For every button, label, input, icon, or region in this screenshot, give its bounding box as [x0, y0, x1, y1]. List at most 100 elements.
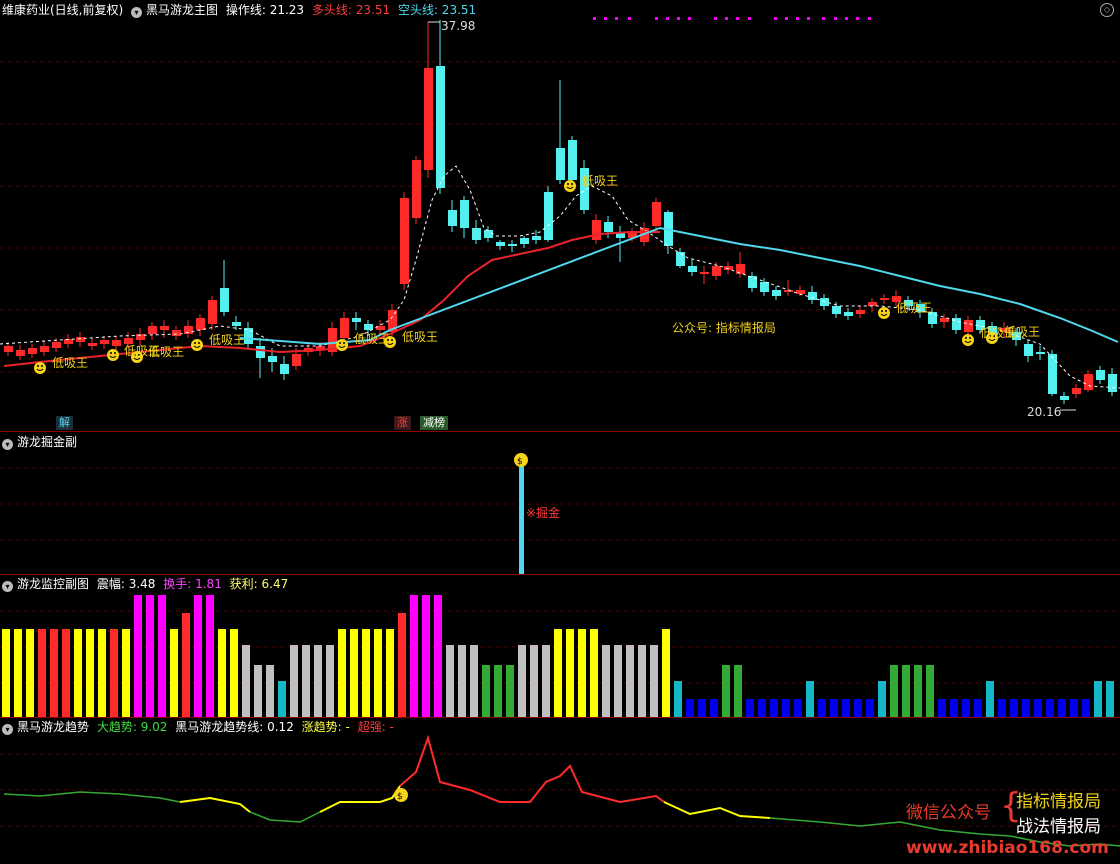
marker-dot — [785, 17, 788, 20]
candle-down — [448, 210, 457, 226]
marker-dot — [688, 17, 691, 20]
marker-dot — [845, 17, 848, 20]
candle-up — [4, 346, 13, 352]
monitor-pane[interactable]: ▾ 游龙监控副图 震幅: 3.48 换手: 1.81 获利: 6.47 — [0, 575, 1120, 718]
candle-up — [40, 346, 49, 352]
main-chart-pane[interactable]: 维康药业(日线,前复权) ▾ 黑马游龙主图 操作线: 21.23 多头线: 23.… — [0, 0, 1120, 432]
monitor-bar — [962, 699, 970, 717]
candle-down — [220, 288, 229, 312]
candle-down — [688, 266, 697, 272]
monitor-bar — [26, 629, 34, 717]
candle-up — [856, 310, 865, 314]
candle-down — [460, 200, 469, 228]
candle-up — [172, 330, 181, 336]
rank-badge[interactable]: 减榜 — [420, 416, 448, 430]
candle-up — [16, 350, 25, 356]
marker-dot — [834, 17, 837, 20]
smiley-eye — [567, 183, 569, 185]
marker-dot — [748, 17, 751, 20]
monitor-bar — [638, 645, 646, 717]
smiley-icon — [564, 180, 576, 192]
candle-down — [556, 148, 565, 180]
monitor-bar — [1010, 699, 1018, 717]
monitor-bar — [878, 681, 886, 717]
monitor-bar — [1022, 699, 1030, 717]
watermark-wechat: 微信公众号 — [906, 803, 991, 823]
candle-up — [28, 348, 37, 354]
monitor-bar — [866, 699, 874, 717]
monitor-bar — [14, 629, 22, 717]
candle-up — [652, 202, 661, 226]
monitor-bar — [818, 699, 826, 717]
marker-dot — [774, 17, 777, 20]
watermark-site: www.zhibiao168.com — [906, 838, 1109, 858]
smiley-icon — [34, 362, 46, 374]
monitor-bar — [782, 699, 790, 717]
trend-yellow-3 — [663, 801, 771, 819]
smiley-eye — [114, 352, 116, 354]
monitor-bar — [98, 629, 106, 717]
candle-down — [508, 244, 517, 246]
monitor-bar — [914, 665, 922, 717]
monitor-bar — [974, 699, 982, 717]
monitor-bar — [1094, 681, 1102, 717]
candle-up — [292, 354, 301, 366]
monitor-bar — [530, 645, 538, 717]
monitor-bar — [902, 665, 910, 717]
monitor-bar — [842, 699, 850, 717]
monitor-bar — [242, 645, 250, 717]
candle-down — [1060, 396, 1069, 400]
candle-up — [76, 337, 85, 342]
smiley-icon — [878, 307, 890, 319]
monitor-bar — [326, 645, 334, 717]
monitor-bar — [218, 629, 226, 717]
candle-down — [496, 242, 505, 246]
monitor-bar — [398, 613, 406, 717]
monitor-bar — [542, 645, 550, 717]
candle-up — [160, 326, 169, 330]
smiley-icon — [107, 349, 119, 361]
marker-dot — [593, 17, 596, 20]
candle-up — [400, 198, 409, 284]
monitor-bar — [374, 629, 382, 717]
smiley-eye — [41, 365, 43, 367]
monitor-bar — [482, 665, 490, 717]
candle-up — [100, 340, 109, 344]
candle-down — [544, 192, 553, 240]
marker-dot — [628, 17, 631, 20]
candlestick-chart[interactable] — [0, 0, 1120, 432]
candle-down — [604, 222, 613, 232]
low-buy-signal-label: 低吸王 — [354, 332, 391, 346]
candle-down — [1096, 370, 1105, 380]
monitor-bar — [458, 645, 466, 717]
monitor-bar — [362, 629, 370, 717]
trend-red — [399, 734, 665, 804]
zhang-badge[interactable]: 涨 — [394, 416, 411, 430]
monitor-bar — [794, 699, 802, 717]
monitor-bar — [386, 629, 394, 717]
monitor-bar — [74, 629, 82, 717]
jie-badge[interactable]: 解 — [56, 416, 73, 430]
dig-gold-pane[interactable]: ▾ 游龙掘金副 $ ※掘金 — [0, 432, 1120, 575]
monitor-bar — [146, 595, 154, 717]
low-buy-signal-label: 低吸王 — [52, 356, 89, 370]
monitor-bar — [230, 629, 238, 717]
trend-green-2 — [249, 811, 321, 823]
monitor-bar — [590, 629, 598, 717]
candle-up — [1072, 388, 1081, 394]
candle-up — [112, 340, 121, 346]
monitor-bar — [350, 629, 358, 717]
monitor-bar — [566, 629, 574, 717]
candle-down — [760, 282, 769, 292]
candle-up — [208, 300, 217, 324]
candle-down — [808, 292, 817, 300]
smiley-eye — [965, 337, 967, 339]
candle-down — [472, 228, 481, 240]
candle-down — [1024, 344, 1033, 356]
monitor-bar — [170, 629, 178, 717]
money-bag-glyph: $ — [517, 457, 523, 467]
candle-up — [592, 220, 601, 240]
candle-down — [280, 364, 289, 374]
monitor-bar — [770, 699, 778, 717]
monitor-bar — [206, 595, 214, 717]
